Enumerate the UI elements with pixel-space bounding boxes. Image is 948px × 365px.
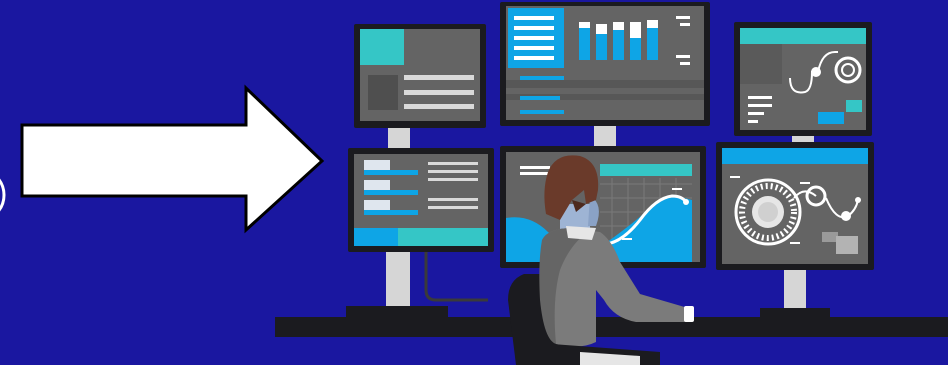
desk	[275, 317, 948, 337]
monitor-top-right	[734, 22, 872, 150]
control-room-illustration	[0, 0, 948, 365]
